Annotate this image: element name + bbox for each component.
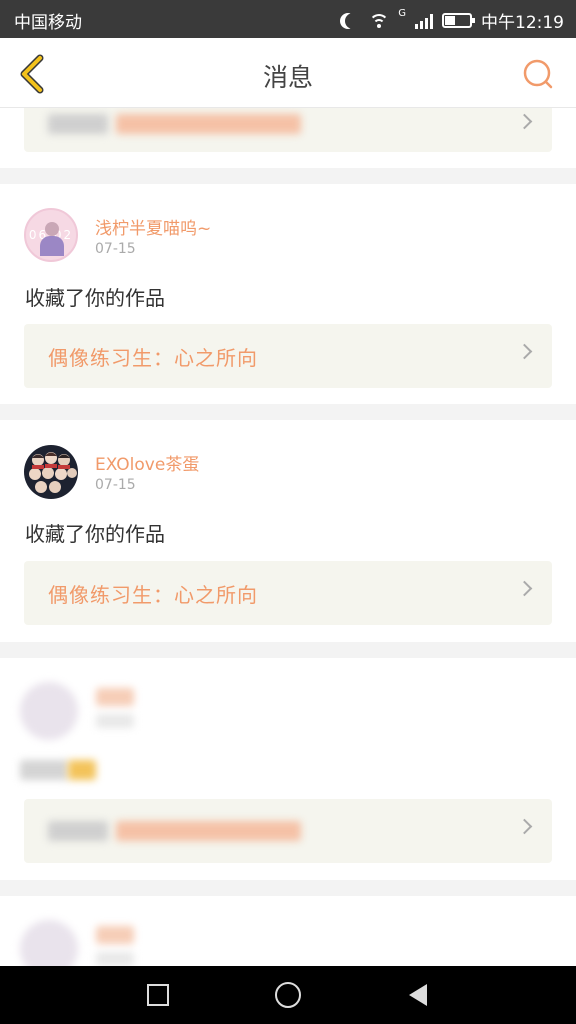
message-card: EXOlove茶蛋 07-15 收藏了你的作品 偶像练习生：心之所向	[0, 420, 576, 642]
work-link[interactable]: 偶像练习生：心之所向	[24, 561, 552, 625]
work-link-blurred[interactable]	[24, 108, 552, 152]
blurred-text	[96, 952, 134, 966]
work-title: 偶像练习生：心之所向	[48, 346, 258, 370]
battery-icon	[442, 13, 475, 28]
avatar-image	[29, 452, 77, 493]
back-triangle-icon	[409, 984, 427, 1006]
message-card-blurred	[0, 896, 576, 966]
search-icon	[523, 59, 553, 89]
chevron-right-icon	[516, 113, 533, 130]
status-bar: 中国移动 G 中午12:19	[0, 0, 576, 38]
action-text: 收藏了你的作品	[25, 286, 165, 310]
recent-apps-icon	[147, 984, 169, 1006]
avatar	[20, 682, 78, 740]
avatar[interactable]: 06 02	[24, 208, 78, 262]
app-header: 消息	[0, 38, 576, 108]
work-title: 偶像练习生：心之所向	[48, 583, 258, 607]
message-card-blurred-top	[0, 108, 576, 168]
blurred-text	[116, 821, 301, 841]
status-icons: G 中午12:19	[340, 8, 564, 33]
network-type-label: G	[398, 8, 406, 19]
wifi-icon	[369, 13, 390, 29]
home-icon	[275, 982, 301, 1008]
blurred-text	[68, 760, 96, 780]
action-text: 收藏了你的作品	[25, 522, 165, 546]
work-link-blurred[interactable]	[24, 799, 552, 863]
message-card: 06 02 浅柠半夏喵呜~ 07-15 收藏了你的作品 偶像练习生：心之所向	[0, 184, 576, 404]
back-nav-button[interactable]	[398, 978, 438, 1012]
username[interactable]: EXOlove茶蛋	[95, 450, 199, 475]
moon-icon	[345, 13, 361, 29]
avatar[interactable]	[24, 445, 78, 499]
timestamp: 07-15	[95, 477, 136, 493]
blurred-text	[48, 114, 108, 134]
home-button[interactable]	[268, 978, 308, 1012]
recent-apps-button[interactable]	[138, 978, 178, 1012]
avatar	[20, 920, 78, 966]
blurred-text	[96, 926, 134, 944]
page-title: 消息	[262, 63, 313, 92]
chevron-right-icon	[516, 343, 533, 360]
blurred-text	[96, 688, 134, 706]
message-list[interactable]: 06 02 浅柠半夏喵呜~ 07-15 收藏了你的作品 偶像练习生：心之所向 E…	[0, 108, 576, 966]
search-button[interactable]	[522, 58, 554, 90]
username[interactable]: 浅柠半夏喵呜~	[95, 214, 211, 239]
signal-icon	[415, 13, 433, 29]
clock: 中午12:19	[481, 13, 564, 33]
message-card-blurred	[0, 658, 576, 880]
work-link[interactable]: 偶像练习生：心之所向	[24, 324, 552, 388]
system-nav-bar	[0, 966, 576, 1024]
blurred-text	[116, 114, 301, 134]
blurred-text	[20, 760, 68, 780]
timestamp: 07-15	[95, 241, 136, 257]
blurred-text	[96, 714, 134, 728]
chevron-right-icon	[516, 818, 533, 835]
carrier-label: 中国移动	[14, 13, 82, 33]
chevron-right-icon	[516, 580, 533, 597]
blurred-text	[48, 821, 108, 841]
